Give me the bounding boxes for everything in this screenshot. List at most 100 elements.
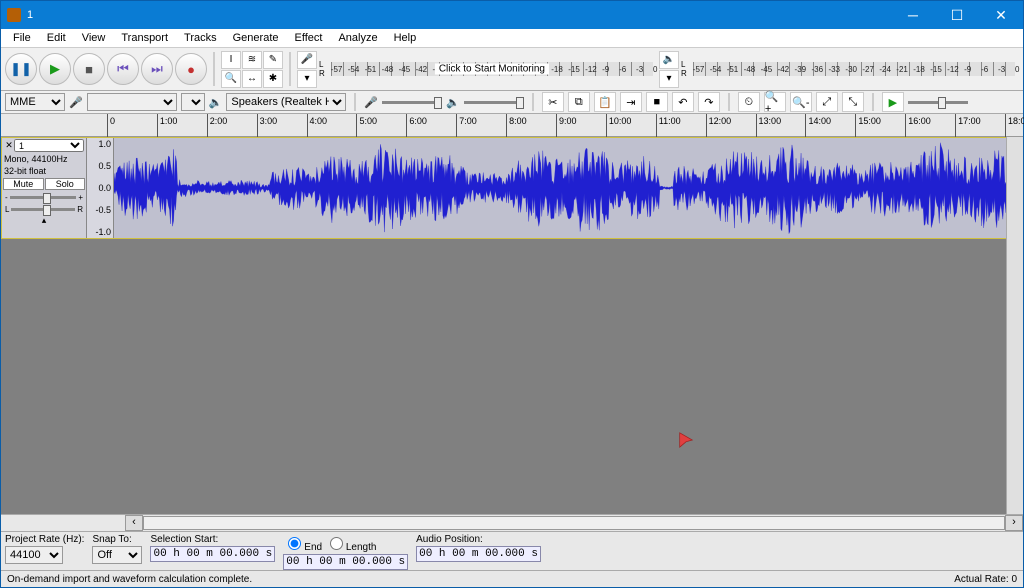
- separator: [872, 93, 874, 111]
- play-speed-slider[interactable]: [908, 101, 968, 104]
- ruler-tick: 2:00: [207, 114, 211, 138]
- speaker-vol-icon: 🔈: [446, 96, 460, 109]
- undo-button[interactable]: ↶: [672, 92, 694, 112]
- fit-selection-button[interactable]: ⤢: [816, 92, 838, 112]
- sync-lock-button[interactable]: ⏲: [738, 92, 760, 112]
- track-control-panel[interactable]: ✕1 Mono, 44100Hz 32-bit float MuteSolo -…: [2, 138, 87, 238]
- envelope-tool[interactable]: ≋: [242, 51, 262, 69]
- paste-button[interactable]: 📋: [594, 92, 616, 112]
- horizontal-scrollbar[interactable]: ‹ ›: [1, 514, 1023, 531]
- pause-button[interactable]: ❚❚: [5, 53, 37, 85]
- menu-help[interactable]: Help: [386, 30, 425, 46]
- ruler-tick: 13:00: [756, 114, 760, 138]
- menu-transport[interactable]: Transport: [113, 30, 176, 46]
- menu-view[interactable]: View: [74, 30, 114, 46]
- ruler-tick: 0: [107, 114, 111, 138]
- ruler-tick: 6:00: [406, 114, 410, 138]
- stop-button[interactable]: ■: [73, 53, 105, 85]
- menu-tracks[interactable]: Tracks: [176, 30, 225, 46]
- zoom-tool[interactable]: 🔍: [221, 70, 241, 88]
- project-rate-select[interactable]: 44100: [5, 546, 63, 564]
- cut-button[interactable]: ✂: [542, 92, 564, 112]
- ruler-tick: 8:00: [506, 114, 510, 138]
- waveform-display[interactable]: [114, 138, 1022, 238]
- separator: [532, 93, 534, 111]
- titlebar: 1 ─ ☐ ✕: [1, 1, 1023, 29]
- close-button[interactable]: ✕: [979, 1, 1023, 29]
- audio-host-select[interactable]: MME: [5, 93, 65, 111]
- recording-meter[interactable]: -57-54-51-48-45-42-39-36-33-30-27-24-21-…: [331, 52, 653, 86]
- menu-file[interactable]: File: [5, 30, 39, 46]
- fit-project-button[interactable]: ⤡: [842, 92, 864, 112]
- skip-end-button[interactable]: ⏭: [141, 53, 173, 85]
- vertical-scrollbar[interactable]: [1006, 137, 1023, 514]
- ruler-tick: 3:00: [257, 114, 261, 138]
- play-button[interactable]: ▶: [39, 53, 71, 85]
- selection-end-field[interactable]: 00 h 00 m 00.000 s: [283, 554, 408, 570]
- minimize-button[interactable]: ─: [891, 1, 935, 29]
- zoom-in-button[interactable]: 🔍+: [764, 92, 786, 112]
- multi-tool[interactable]: ✱: [263, 70, 283, 88]
- separator: [354, 93, 356, 111]
- scroll-right-button[interactable]: ›: [1005, 515, 1023, 531]
- playback-meter[interactable]: -57-54-51-48-45-42-39-36-33-30-27-24-21-…: [693, 52, 1015, 86]
- output-device-select[interactable]: Speakers (Realtek High De: [226, 93, 346, 111]
- selection-toolbar: Project Rate (Hz): 44100 Snap To: Off Se…: [1, 531, 1023, 570]
- vertical-scale[interactable]: 1.00.50.0-0.5-1.0: [87, 138, 114, 238]
- scroll-left-button[interactable]: ‹: [125, 515, 143, 531]
- mic-vol-icon: 🎤: [364, 96, 378, 109]
- actual-rate-text: Actual Rate: 0: [954, 574, 1017, 585]
- audio-position-label: Audio Position:: [416, 534, 541, 545]
- silence-button[interactable]: ■: [646, 92, 668, 112]
- mute-button[interactable]: Mute: [3, 178, 44, 190]
- menu-generate[interactable]: Generate: [225, 30, 287, 46]
- timeline-ruler[interactable]: 01:002:003:004:005:006:007:008:009:0010:…: [1, 114, 1023, 137]
- mic-volume-slider[interactable]: [382, 101, 442, 104]
- end-radio[interactable]: [288, 537, 301, 550]
- menu-analyze[interactable]: Analyze: [330, 30, 385, 46]
- zoom-out-button[interactable]: 🔍-: [790, 92, 812, 112]
- play-at-speed-button[interactable]: ▶: [882, 92, 904, 112]
- snap-to-select[interactable]: Off: [92, 546, 142, 564]
- redo-button[interactable]: ↷: [698, 92, 720, 112]
- ruler-tick: 4:00: [307, 114, 311, 138]
- selection-tool[interactable]: I: [221, 51, 241, 69]
- status-text: On-demand import and waveform calculatio…: [7, 574, 252, 585]
- track-menu[interactable]: 1: [14, 139, 84, 152]
- draw-tool[interactable]: ✎: [263, 51, 283, 69]
- solo-button[interactable]: Solo: [45, 178, 86, 190]
- mic-icon[interactable]: 🎤: [297, 51, 317, 69]
- ruler-tick: 16:00: [905, 114, 909, 138]
- track-info2: 32-bit float: [2, 165, 86, 177]
- record-button[interactable]: ●: [175, 53, 207, 85]
- speaker-volume-slider[interactable]: [464, 101, 524, 104]
- selection-start-field[interactable]: 00 h 00 m 00.000 s: [150, 546, 275, 562]
- cursor-icon: [677, 431, 695, 449]
- track-close-button[interactable]: ✕: [4, 140, 14, 151]
- audio-position-field[interactable]: 00 h 00 m 00.000 s: [416, 546, 541, 562]
- trim-button[interactable]: ⇥: [620, 92, 642, 112]
- device-toolbar: MME 🎤 🔈 Speakers (Realtek High De 🎤 🔈 ✂ …: [1, 91, 1023, 114]
- copy-button[interactable]: ⧉: [568, 92, 590, 112]
- length-radio[interactable]: [330, 537, 343, 550]
- speaker-icon[interactable]: 🔈: [659, 51, 679, 69]
- pan-slider[interactable]: LR: [2, 203, 86, 215]
- snap-to-label: Snap To:: [92, 534, 142, 545]
- transport-toolbar: ❚❚ ▶ ■ ⏮ ⏭ ● I ≋ ✎ 🔍 ↔ ✱ 🎤 ▾ LR -57-54: [1, 48, 1023, 91]
- speaker-menu-icon[interactable]: ▾: [659, 70, 679, 88]
- gain-slider[interactable]: -+: [2, 191, 86, 203]
- mic-menu-icon[interactable]: ▾: [297, 70, 317, 88]
- menu-edit[interactable]: Edit: [39, 30, 74, 46]
- ruler-tick: 11:00: [656, 114, 660, 138]
- scroll-track[interactable]: [143, 516, 1005, 530]
- timeshift-tool[interactable]: ↔: [242, 70, 262, 88]
- input-channels-select[interactable]: [181, 93, 205, 111]
- ruler-tick: 1:00: [157, 114, 161, 138]
- collapse-button[interactable]: ▴: [2, 215, 86, 226]
- maximize-button[interactable]: ☐: [935, 1, 979, 29]
- menu-effect[interactable]: Effect: [287, 30, 331, 46]
- skip-start-button[interactable]: ⏮: [107, 53, 139, 85]
- input-device-select[interactable]: [87, 93, 177, 111]
- audio-track[interactable]: ✕1 Mono, 44100Hz 32-bit float MuteSolo -…: [1, 137, 1023, 239]
- menubar: File Edit View Transport Tracks Generate…: [1, 29, 1023, 48]
